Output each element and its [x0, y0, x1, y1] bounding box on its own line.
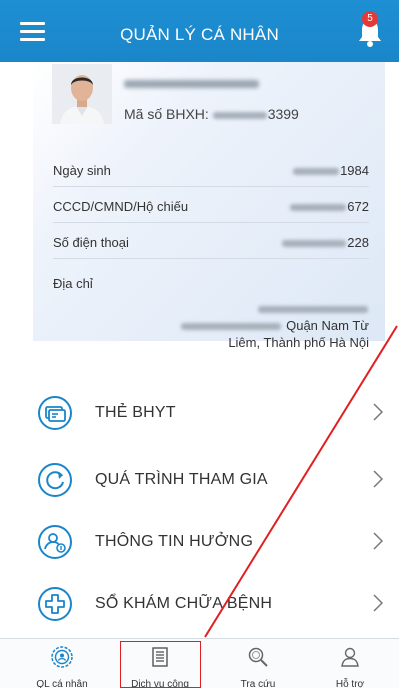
- notification-badge: 5: [362, 11, 378, 27]
- nav-tab-support[interactable]: Hỗ trợ: [310, 639, 390, 688]
- history-icon: [38, 463, 72, 497]
- card-icon: [38, 396, 72, 430]
- chevron-right-icon: [373, 470, 384, 488]
- menu-item-bhyt-card[interactable]: THẺ BHYT: [33, 383, 385, 443]
- redacted-mask: [282, 240, 347, 248]
- nav-tab-personal-management[interactable]: QL cá nhân: [22, 639, 102, 688]
- bottom-navigation: QL cá nhân Dịch vụ công Tra cứu Hỗ trợ: [0, 638, 399, 688]
- benefit-icon: [38, 525, 72, 559]
- address-value: Quận Nam Từ Liêm, Thành phố Hà Nội: [149, 300, 369, 351]
- menu-item-benefit-info[interactable]: THÔNG TIN HƯỞNG: [33, 512, 385, 572]
- bhxh-number: Mã số BHXH: 3399: [124, 106, 299, 122]
- document-icon: [152, 647, 168, 667]
- app-header: QUẢN LÝ CÁ NHÂN 5: [0, 0, 399, 62]
- redacted-mask: [212, 111, 267, 119]
- nav-tab-public-services[interactable]: Dịch vụ công: [120, 639, 200, 688]
- magnifier-icon: [248, 647, 268, 667]
- redacted-mask: [290, 204, 347, 212]
- chevron-right-icon: [373, 594, 384, 612]
- nav-tab-lookup[interactable]: Tra cứu: [218, 639, 298, 688]
- avatar: [52, 64, 112, 124]
- redacted-mask: [293, 168, 340, 176]
- page-title: QUẢN LÝ CÁ NHÂN: [120, 25, 279, 44]
- user-gear-icon: [51, 646, 73, 668]
- chevron-right-icon: [373, 532, 384, 550]
- menu-item-medical-record-book[interactable]: SỔ KHÁM CHỮA BỆNH: [33, 574, 385, 634]
- medical-cross-icon: [38, 587, 72, 621]
- redacted-mask: [258, 306, 368, 314]
- phone-row: Số điện thoại 228: [53, 223, 369, 259]
- birthdate-row: Ngày sinh 1984: [53, 151, 369, 187]
- menu-item-participation-history[interactable]: QUÁ TRÌNH THAM GIA: [33, 450, 385, 510]
- chevron-right-icon: [373, 403, 384, 421]
- full-name-redacted: [124, 80, 259, 88]
- address-label: Địa chỉ: [53, 276, 93, 291]
- redacted-mask: [181, 323, 282, 331]
- support-person-icon: [341, 647, 359, 667]
- id-number-row: CCCD/CMND/Hộ chiếu 672: [53, 187, 369, 223]
